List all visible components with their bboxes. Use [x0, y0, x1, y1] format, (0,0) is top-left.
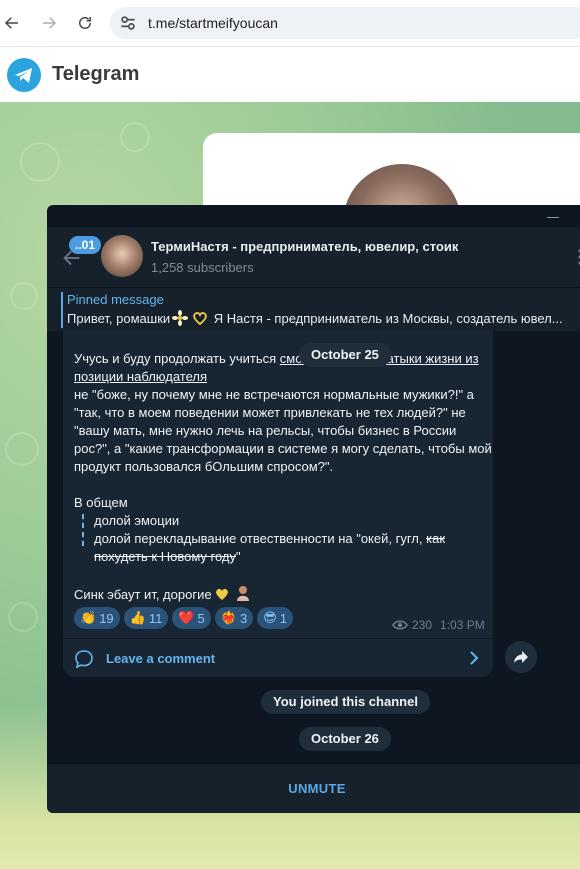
share-arrow-icon: [514, 651, 528, 663]
daisy-icon: [172, 310, 189, 326]
composer-bar: UNMUTE: [47, 763, 580, 813]
telegram-web-header: Telegram: [0, 46, 580, 102]
forward-button[interactable]: [37, 11, 61, 35]
pinned-text-start: Привет, ромашки: [67, 311, 171, 326]
post-time: 1:03 PM: [440, 618, 485, 632]
view-count: 230: [412, 618, 433, 632]
channel-avatar[interactable]: [101, 235, 143, 277]
yellow-heart-icon: [215, 588, 228, 600]
reaction-clap[interactable]: 👏 19: [74, 607, 120, 629]
comment-icon: [75, 650, 93, 669]
pinned-title: Pinned message: [67, 292, 164, 307]
unmute-button[interactable]: UNMUTE: [47, 781, 580, 796]
message-list[interactable]: Учусь и буду продолжать учиться смотреть…: [47, 331, 580, 763]
post-meta: 230 1:03 PM: [392, 618, 485, 632]
chevron-right-icon: [470, 651, 479, 665]
back-button[interactable]: [0, 11, 24, 35]
reactions-bar: 👏 19 👍 11 ❤️ 5 ❤️‍🔥 3 😎 1: [74, 607, 293, 629]
more-icon[interactable]: [573, 247, 580, 267]
date-separator: October 26: [299, 727, 391, 751]
unread-badge: ..01: [69, 236, 102, 254]
reaction-thumbs-up[interactable]: 👍 11: [123, 607, 169, 629]
date-separator: October 25: [299, 343, 391, 367]
address-bar[interactable]: t.me/startmeifyoucan: [110, 7, 580, 39]
subscriber-count: 1,258 subscribers: [151, 260, 254, 275]
post-in-general: В общем: [74, 495, 128, 510]
service-message-joined: You joined this channel: [261, 690, 430, 714]
post-paragraph: не "боже, ну почему мне не встречаются н…: [74, 387, 492, 474]
arrow-left-icon: [4, 17, 18, 29]
bowing-girl-icon: [236, 586, 249, 601]
pinned-text-end: Я Настя - предприниматель из Москвы, соз…: [213, 311, 563, 326]
yellow-heart-icon: [193, 312, 207, 326]
comment-label: Leave a comment: [106, 651, 216, 666]
channel-name: ТермиНастя - предприниматель, ювелир, ст…: [151, 239, 459, 254]
app-title: Telegram: [52, 63, 140, 85]
url-text: t.me/startmeifyoucan: [148, 15, 278, 31]
bullet-item: долой эмоции: [74, 512, 494, 530]
channel-window: ..01 ТермиНастя - предприниматель, ювели…: [47, 205, 580, 813]
pinned-indicator: [61, 292, 63, 328]
eye-icon: [392, 620, 408, 630]
post-closing: Синк эбаут ит, дорогие: [74, 584, 494, 604]
reaction-heart-fire[interactable]: ❤️‍🔥 3: [214, 607, 254, 629]
channel-header[interactable]: ..01 ТермиНастя - предприниматель, ювели…: [47, 227, 580, 287]
reaction-cool[interactable]: 😎 1: [257, 607, 293, 629]
site-settings-icon[interactable]: [118, 13, 138, 33]
reload-icon: [79, 17, 91, 29]
reload-button[interactable]: [73, 11, 97, 35]
browser-toolbar: t.me/startmeifyoucan: [0, 0, 580, 46]
channel-post[interactable]: Учусь и буду продолжать учиться смотреть…: [63, 331, 493, 677]
telegram-logo-icon: [7, 58, 41, 92]
arrow-right-icon: [43, 17, 57, 29]
pinned-text: Привет, ромашки Я Настя - предпринимател…: [67, 310, 579, 326]
leave-comment-button[interactable]: Leave a comment: [63, 638, 493, 676]
minimize-button[interactable]: [547, 217, 559, 218]
pinned-message-bar[interactable]: Pinned message Привет, ромашки Я Настя -…: [47, 287, 580, 331]
post-text: Учусь и буду продолжать учиться смотреть…: [74, 350, 494, 604]
share-button[interactable]: [505, 641, 537, 673]
reaction-heart[interactable]: ❤️ 5: [172, 607, 211, 629]
bullet-item: долой перекладывание отвественности на "…: [74, 530, 494, 566]
